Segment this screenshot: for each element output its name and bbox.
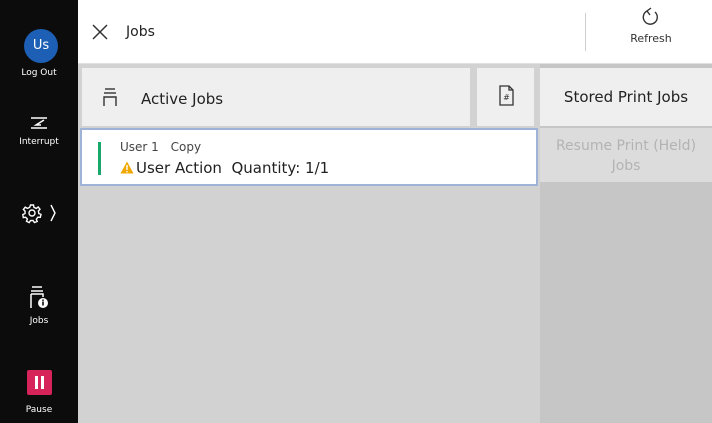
refresh-icon [642,7,658,25]
job-status: User Action [136,159,222,177]
active-jobs-label: Active Jobs [141,90,224,108]
document-icon: # [499,85,514,106]
jobs-icon [30,286,48,308]
logout-label: Log Out [21,68,57,78]
interrupt-button[interactable]: Interrupt [0,113,78,147]
job-quantity: Quantity: 1/1 [231,159,330,177]
svg-text:#: # [503,93,510,102]
header-bar: Jobs Refresh [78,0,712,64]
close-icon[interactable] [90,22,110,42]
pause-icon[interactable] [27,370,52,395]
page-title: Jobs [126,24,155,40]
refresh-button[interactable]: Refresh [590,6,712,58]
document-list-button[interactable]: # [477,68,534,126]
pause-label: Pause [25,405,53,415]
pause-button[interactable]: Pause [0,405,78,415]
job-owner: User 1 [120,140,159,154]
jobs-nav-button[interactable]: Jobs [0,284,78,326]
stored-print-jobs-button[interactable]: Stored Print Jobs [540,68,712,126]
gear-icon [22,204,56,224]
refresh-label: Refresh [630,32,672,45]
job-type: Copy [170,140,202,154]
interrupt-label: Interrupt [19,137,59,147]
job-status-line: User Action Quantity: 1/1 [120,159,329,177]
job-list-item[interactable]: User 1 Copy User Action Quantity: 1/1 [80,128,538,186]
warning-icon [120,161,134,174]
jobs-icon [103,88,117,106]
user-avatar-button[interactable]: Us [24,29,58,63]
interrupt-icon [31,117,47,129]
job-status-indicator [98,142,101,175]
job-meta: User 1 Copy [120,140,209,154]
header-divider [585,13,586,51]
resume-print-button[interactable]: Resume Print (Held) Jobs [540,128,712,182]
main-content: Active Jobs # Stored Print Jobs Resume P… [78,64,712,423]
logout-button[interactable]: Log Out [0,68,78,78]
jobs-label: Jobs [29,316,49,326]
stored-print-jobs-label: Stored Print Jobs [563,88,689,106]
sidebar: Us Log Out Interrupt Jobs Pause [0,0,78,423]
settings-button[interactable] [0,200,78,226]
user-initials: Us [32,38,50,53]
tab-active-jobs[interactable]: Active Jobs [82,68,470,126]
resume-print-label: Resume Print (Held) Jobs [555,138,697,174]
